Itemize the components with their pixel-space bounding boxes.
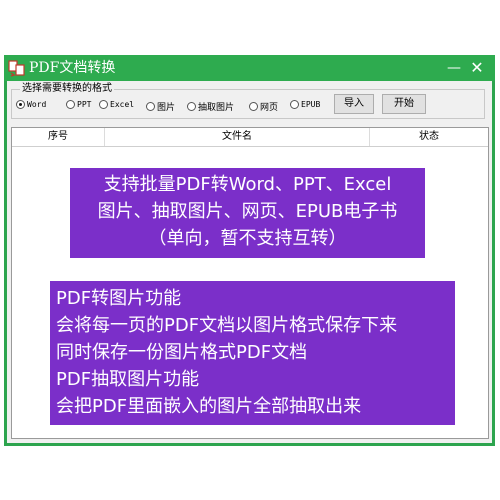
banner-line: 会将每一页的PDF文档以图片格式保存下来 [56,315,398,336]
radio-unselected-icon [187,102,196,111]
column-header-status[interactable]: 状态 [370,128,488,146]
banner-line: 图片、抽取图片、网页、EPUB电子书 [97,201,398,222]
radio-unselected-icon [146,102,155,111]
format-groupbox: 选择需要转换的格式 Word PPT Excel 图片 抽取图片 网页 EPUB… [11,82,485,119]
feature-banner-image: PDF转图片功能 会将每一页的PDF文档以图片格式保存下来 同时保存一份图片格式… [50,281,455,425]
radio-extract-image[interactable]: 抽取图片 [187,100,234,113]
radio-epub[interactable]: EPUB [290,100,320,109]
radio-unselected-icon [99,100,108,109]
radio-webpage[interactable]: 网页 [249,100,278,113]
radio-ppt[interactable]: PPT [66,100,91,109]
banner-line: 支持批量PDF转Word、PPT、Excel [103,174,392,195]
banner-line: 同时保存一份图片格式PDF文档 [56,342,308,363]
format-group-legend: 选择需要转换的格式 [20,82,114,96]
radio-excel[interactable]: Excel [99,100,134,109]
radio-selected-icon [16,100,25,109]
column-header-index[interactable]: 序号 [12,128,105,146]
banner-line: 会把PDF里面嵌入的图片全部抽取出来 [56,396,362,417]
title-bar[interactable]: PDF文档转换 — ✕ [4,55,495,81]
radio-word[interactable]: Word [16,100,46,109]
column-header-filename[interactable]: 文件名 [105,128,370,146]
radio-unselected-icon [290,100,299,109]
banner-line: PDF转图片功能 [56,288,182,309]
window-title: PDF文档转换 [29,60,116,76]
minimize-button[interactable]: — [444,58,464,78]
banner-line: （单向，暂不支持互转） [148,228,347,249]
radio-unselected-icon [249,102,258,111]
feature-banner-formats: 支持批量PDF转Word、PPT、Excel 图片、抽取图片、网页、EPUB电子… [70,168,425,258]
radio-unselected-icon [66,100,75,109]
radio-image[interactable]: 图片 [146,100,175,113]
import-button[interactable]: 导入 [334,94,374,114]
banner-line: PDF抽取图片功能 [56,369,200,390]
start-button[interactable]: 开始 [382,94,426,114]
file-list-header: 序号 文件名 状态 [12,128,488,147]
convert-icon [8,60,25,77]
close-button[interactable]: ✕ [467,58,487,78]
